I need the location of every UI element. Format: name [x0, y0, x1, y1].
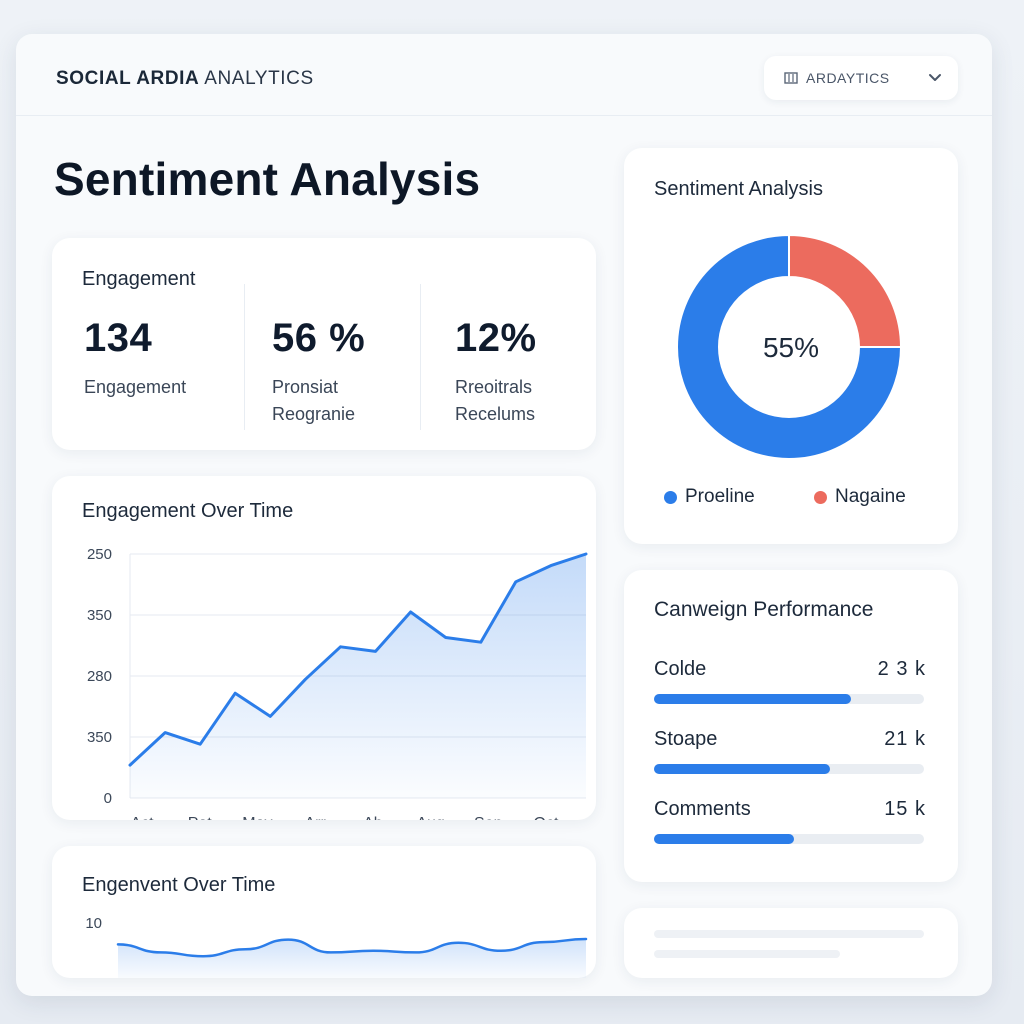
progress-fill [654, 764, 830, 774]
stat-label-line: Pronsiat [272, 377, 339, 397]
progress-fill [654, 694, 852, 704]
x-tick-label: May [242, 815, 272, 820]
page-title: Sentiment Analysis [54, 153, 481, 205]
stat-label: Pronsiat Reogranie [272, 374, 355, 428]
placeholder-card [624, 908, 958, 978]
top-bar: SOCIAL ARDIA ANALYTICS ARDAYTICS [16, 34, 992, 116]
donut-slice-nagaine [788, 233, 903, 348]
x-tick-label: Sep [474, 815, 503, 820]
y-tick-label: 0 [104, 790, 112, 807]
campaign-title: Canweign Performance [654, 598, 874, 621]
skeleton-line [654, 950, 840, 958]
x-tick-label: Arr [304, 815, 326, 820]
stat-label-line: Engagement [84, 377, 187, 397]
chevron-down-icon [929, 74, 941, 81]
stat-retention: 12% Rreoitrals Recelums [455, 238, 595, 450]
engagement-card: Engagement 134 Engagement 56 % Pronsiat … [52, 238, 596, 450]
engenvent-line-chart: 10 [85, 915, 588, 978]
row-value: 2 3 k [877, 658, 926, 680]
stat-label: Engagement [84, 374, 186, 401]
series-area [118, 938, 586, 978]
stat-positive: 56 % Pronsiat Reogranie [272, 238, 432, 450]
row-name: Stoape [654, 728, 718, 750]
stat-label: Rreoitrals Recelums [455, 374, 535, 428]
brand-name-bold: SOCIAL ARDIA [56, 68, 200, 89]
stat-value: 56 % [272, 316, 366, 360]
x-tick-label: Pat [188, 815, 213, 820]
stat-label-line: Reogranie [272, 404, 356, 424]
y-tick-label: 350 [87, 729, 112, 746]
skeleton-line [654, 930, 924, 938]
progress-track [654, 834, 924, 844]
x-tick-label: Act [130, 815, 154, 820]
y-tick-label: 350 [87, 607, 112, 624]
row-name: Comments [654, 798, 751, 820]
stat-engagement: 134 Engagement [84, 238, 254, 450]
engagement-line-chart: 250 350 280 350 0 Act Pat May Arr Ab Aug Sep Oct [87, 546, 588, 820]
workspace-dropdown[interactable]: ARDAYTICS [764, 56, 958, 100]
engagement-chart-card: Engagement Over Time 2503502803500ActPat… [52, 476, 596, 820]
legend-dot [814, 490, 827, 504]
stat-label-line: Recelums [455, 404, 536, 424]
row-value: 15 k [884, 798, 926, 820]
progress-track [654, 764, 924, 774]
progress-track [654, 694, 924, 704]
dropdown-label: ARDAYTICS [806, 70, 890, 86]
y-tick-label: 280 [87, 668, 112, 685]
divider [420, 284, 421, 430]
legend-label: Proeline [685, 486, 755, 507]
app-window: SOCIAL ARDIA ANALYTICS ARDAYTICS Sentime… [16, 34, 992, 996]
x-tick-label: Aug [416, 815, 444, 820]
x-tick-label: Ab [363, 815, 383, 820]
donut-center-label: 55% [762, 332, 820, 363]
legend-dot [664, 490, 677, 504]
stat-label-line: Rreoitrals [455, 377, 533, 397]
stat-value: 134 [84, 316, 153, 360]
campaign-card: Canweign Performance Colde 2 3 k Stoape … [624, 570, 958, 882]
legend-item-positive[interactable]: Proeline [664, 486, 755, 508]
brand-logo: SOCIAL ARDIA ANALYTICS [56, 68, 314, 90]
row-value: 21 k [884, 728, 926, 750]
building-icon [784, 72, 798, 84]
stat-value: 12% [455, 316, 537, 360]
legend-label: Nagaine [835, 486, 906, 507]
row-name: Colde [654, 658, 707, 680]
divider [244, 284, 245, 430]
x-tick-label: Oct [534, 815, 559, 820]
engenvent-chart-card: Engenvent Over Time 10 [52, 846, 596, 978]
y-tick-label: 10 [85, 915, 102, 932]
brand-name-thin: ANALYTICS [199, 68, 314, 89]
legend-item-negative[interactable]: Nagaine [814, 486, 906, 508]
progress-fill [654, 834, 795, 844]
sentiment-card: Sentiment Analysis 55% Proeline Nagaine [624, 148, 958, 544]
y-tick-label: 250 [87, 546, 112, 563]
